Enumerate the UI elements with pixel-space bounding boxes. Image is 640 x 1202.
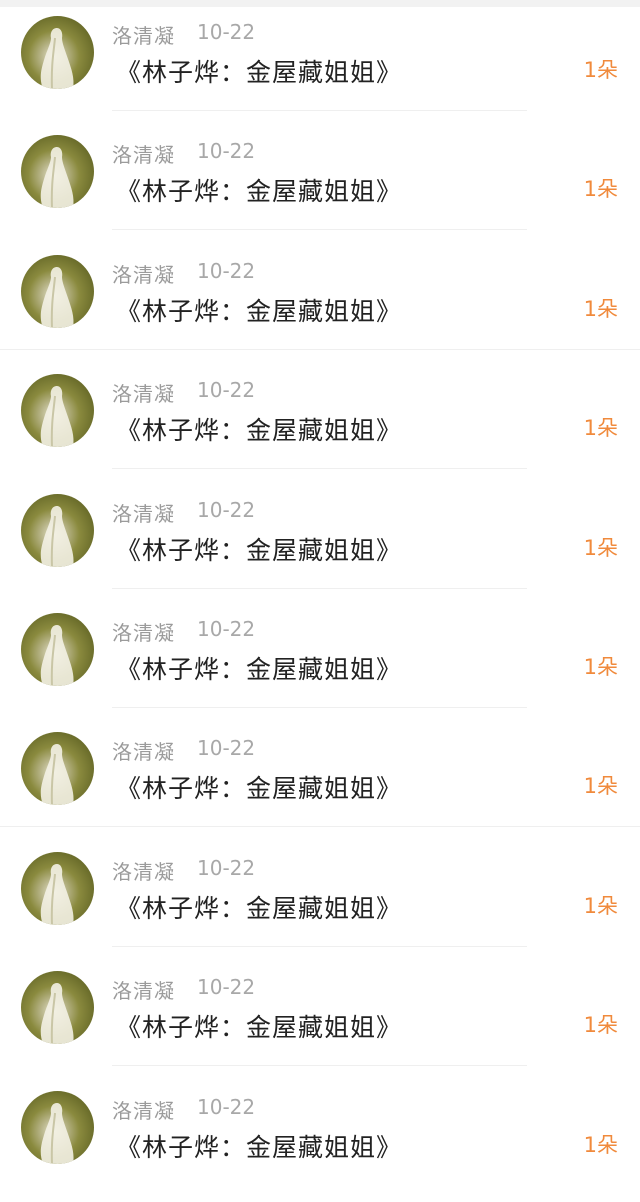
comment-text: 《林子烨：金屋藏姐姐》	[116, 893, 403, 923]
row-divider	[112, 110, 527, 111]
comment-author[interactable]: 洛清凝	[112, 856, 175, 885]
comment-list: 洛清凝 10-22 《林子烨：金屋藏姐姐》 1朵 洛清凝 10-22 《林子烨：…	[0, 8, 640, 1202]
gift-count: 1朵	[583, 654, 618, 679]
list-item[interactable]: 洛清凝 10-22 《林子烨：金屋藏姐姐》 1朵	[0, 247, 640, 366]
comment-date: 10-22	[197, 975, 256, 1000]
row-divider	[112, 468, 527, 470]
comment-text: 《林子烨：金屋藏姐姐》	[116, 1132, 403, 1162]
comment-author[interactable]: 洛清凝	[112, 736, 175, 765]
comment-date: 10-22	[197, 139, 256, 164]
row-divider	[112, 229, 527, 231]
comment-date: 10-22	[197, 1094, 256, 1119]
avatar[interactable]	[21, 493, 94, 567]
comment-author[interactable]: 洛清凝	[112, 617, 175, 646]
row-divider	[112, 587, 527, 589]
comment-author[interactable]: 洛清凝	[112, 259, 175, 288]
section-divider	[0, 348, 640, 350]
comment-text: 《林子烨：金屋藏姐姐》	[116, 535, 403, 565]
row-divider	[112, 1065, 527, 1067]
list-item[interactable]: 洛清凝 10-22 《林子烨：金屋藏姐姐》 1朵	[0, 724, 640, 843]
gift-count: 1朵	[583, 1013, 618, 1038]
comment-text: 《林子烨：金屋藏姐姐》	[116, 774, 403, 804]
row-divider	[112, 945, 527, 947]
comment-date: 10-22	[197, 258, 256, 283]
list-item[interactable]: 洛清凝 10-22 《林子烨：金屋藏姐姐》 1朵	[0, 1083, 640, 1202]
list-item[interactable]: 洛清凝 10-22 《林子烨：金屋藏姐姐》 1朵	[0, 486, 640, 605]
comment-date: 10-22	[197, 616, 256, 641]
gift-count: 1朵	[583, 1132, 618, 1157]
comment-text: 《林子烨：金屋藏姐姐》	[116, 177, 403, 207]
comment-date: 10-22	[197, 855, 256, 880]
comment-date: 10-22	[197, 378, 256, 403]
gift-count: 1朵	[583, 177, 618, 202]
comment-author[interactable]: 洛清凝	[112, 498, 175, 527]
avatar[interactable]	[21, 254, 94, 328]
comment-author[interactable]: 洛清凝	[112, 1095, 175, 1124]
avatar[interactable]	[21, 135, 94, 209]
avatar[interactable]	[21, 971, 94, 1045]
avatar[interactable]	[21, 732, 94, 806]
comment-author[interactable]: 洛清凝	[112, 378, 175, 407]
avatar[interactable]	[21, 612, 94, 686]
top-edge	[0, 0, 640, 7]
comment-text: 《林子烨：金屋藏姐姐》	[116, 58, 403, 87]
row-divider	[112, 706, 527, 708]
avatar[interactable]	[21, 851, 94, 925]
comment-date: 10-22	[197, 736, 256, 761]
comment-text: 《林子烨：金屋藏姐姐》	[116, 416, 403, 446]
comment-author[interactable]: 洛清凝	[112, 975, 175, 1004]
list-item[interactable]: 洛清凝 10-22 《林子烨：金屋藏姐姐》 1朵	[0, 605, 640, 724]
list-item[interactable]: 洛清凝 10-22 《林子烨：金屋藏姐姐》 1朵	[0, 127, 640, 246]
section-divider	[0, 826, 640, 828]
avatar[interactable]	[21, 1090, 94, 1164]
gift-count: 1朵	[583, 774, 618, 799]
avatar[interactable]	[21, 374, 94, 448]
comment-date: 10-22	[197, 20, 256, 44]
list-item[interactable]: 洛清凝 10-22 《林子烨：金屋藏姐姐》 1朵	[0, 8, 640, 127]
gift-count: 1朵	[583, 893, 618, 918]
comment-author[interactable]: 洛清凝	[112, 139, 175, 168]
list-item[interactable]: 洛清凝 10-22 《林子烨：金屋藏姐姐》 1朵	[0, 366, 640, 485]
comment-text: 《林子烨：金屋藏姐姐》	[116, 1013, 403, 1043]
gift-count: 1朵	[583, 296, 618, 321]
comment-text: 《林子烨：金屋藏姐姐》	[116, 296, 403, 326]
gift-count: 1朵	[583, 416, 618, 441]
list-item[interactable]: 洛清凝 10-22 《林子烨：金屋藏姐姐》 1朵	[0, 844, 640, 963]
list-item[interactable]: 洛清凝 10-22 《林子烨：金屋藏姐姐》 1朵	[0, 963, 640, 1082]
comment-date: 10-22	[197, 497, 256, 522]
gift-count: 1朵	[583, 58, 618, 82]
gift-count: 1朵	[583, 535, 618, 560]
comment-author[interactable]: 洛清凝	[112, 20, 175, 49]
avatar[interactable]	[21, 16, 94, 89]
comment-text: 《林子烨：金屋藏姐姐》	[116, 654, 403, 684]
